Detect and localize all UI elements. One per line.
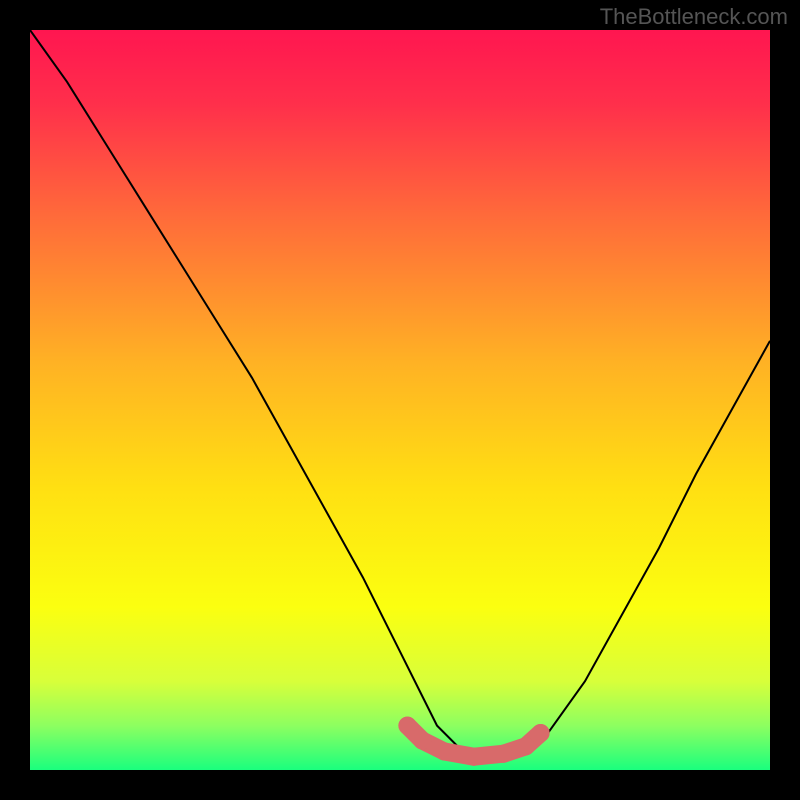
watermark-text: TheBottleneck.com (600, 4, 788, 30)
chart-svg (30, 30, 770, 770)
bottleneck-chart (30, 30, 770, 770)
gradient-background (30, 30, 770, 770)
